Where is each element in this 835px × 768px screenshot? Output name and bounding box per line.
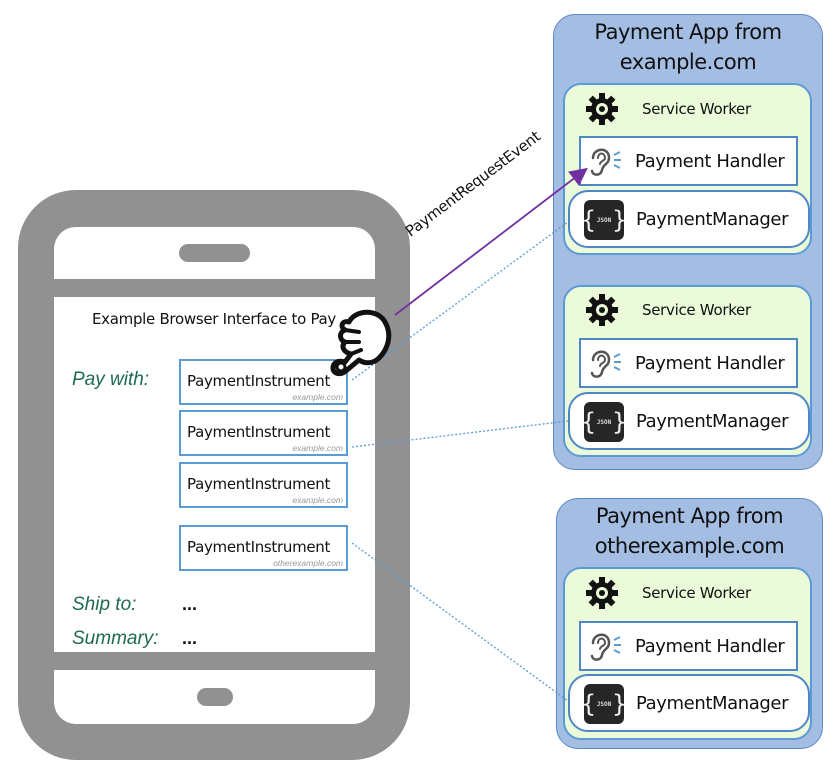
gear-icon — [584, 292, 620, 333]
payment-handler-label: Payment Handler — [635, 636, 785, 657]
gear-icon — [584, 91, 620, 132]
app-title-line2: otherexample.com — [594, 534, 785, 558]
payment-manager-3[interactable]: {JSON} PaymentManager — [568, 674, 810, 732]
summary-value: ... — [182, 628, 198, 648]
payment-instrument-4[interactable]: PaymentInstrument otherexample.com — [179, 525, 348, 571]
app-title-line1: Payment App from — [595, 504, 784, 528]
summary-label: Summary: — [72, 628, 159, 649]
gear-icon — [584, 575, 620, 616]
instrument-origin: example.com — [292, 443, 343, 453]
instrument-name: PaymentInstrument — [187, 372, 331, 390]
instrument-name: PaymentInstrument — [187, 423, 331, 441]
payment-manager-label: PaymentManager — [636, 411, 789, 432]
app-title-line1: Payment App from — [594, 20, 782, 44]
pay-with-label: Pay with: — [72, 369, 150, 390]
payment-manager-2[interactable]: {JSON} PaymentManager — [568, 392, 810, 450]
phone-speaker — [179, 244, 250, 262]
payment-handler-label: Payment Handler — [635, 353, 785, 374]
instrument-origin: example.com — [292, 495, 343, 505]
ear-icon — [587, 144, 627, 183]
payment-manager-label: PaymentManager — [636, 209, 789, 230]
payment-handler-2[interactable]: Payment Handler — [579, 338, 798, 388]
payment-instrument-3[interactable]: PaymentInstrument example.com — [179, 462, 348, 508]
ship-to-label: Ship to: — [72, 594, 137, 615]
ear-icon — [587, 346, 627, 385]
payment-request-event-label: PaymentRequestEvent — [402, 127, 544, 241]
ear-icon — [587, 629, 627, 668]
service-worker-label: Service Worker — [642, 100, 751, 118]
instrument-name: PaymentInstrument — [187, 538, 331, 556]
payment-instrument-2[interactable]: PaymentInstrument example.com — [179, 410, 348, 456]
payment-handler-1[interactable]: Payment Handler — [579, 136, 798, 186]
browser-interface-title: Example Browser Interface to Pay — [92, 310, 336, 328]
payment-instrument-1[interactable]: PaymentInstrument example.com — [179, 359, 348, 405]
payment-manager-label: PaymentManager — [636, 693, 789, 714]
instrument-name: PaymentInstrument — [187, 475, 331, 493]
service-worker-label: Service Worker — [642, 584, 751, 602]
payment-manager-1[interactable]: {JSON} PaymentManager — [568, 190, 810, 248]
app-title-line2: example.com — [619, 50, 757, 74]
pointing-hand-icon — [325, 304, 395, 387]
instrument-origin: example.com — [292, 392, 343, 402]
payment-handler-label: Payment Handler — [635, 151, 785, 172]
ship-to-value: ... — [182, 594, 198, 614]
payment-handler-3[interactable]: Payment Handler — [579, 621, 798, 671]
phone-home-button[interactable] — [197, 688, 233, 706]
json-icon: {JSON} — [581, 200, 627, 240]
service-worker-label: Service Worker — [642, 301, 751, 319]
instrument-origin: otherexample.com — [273, 558, 343, 568]
json-icon: {JSON} — [581, 684, 627, 724]
json-icon: {JSON} — [581, 402, 627, 442]
